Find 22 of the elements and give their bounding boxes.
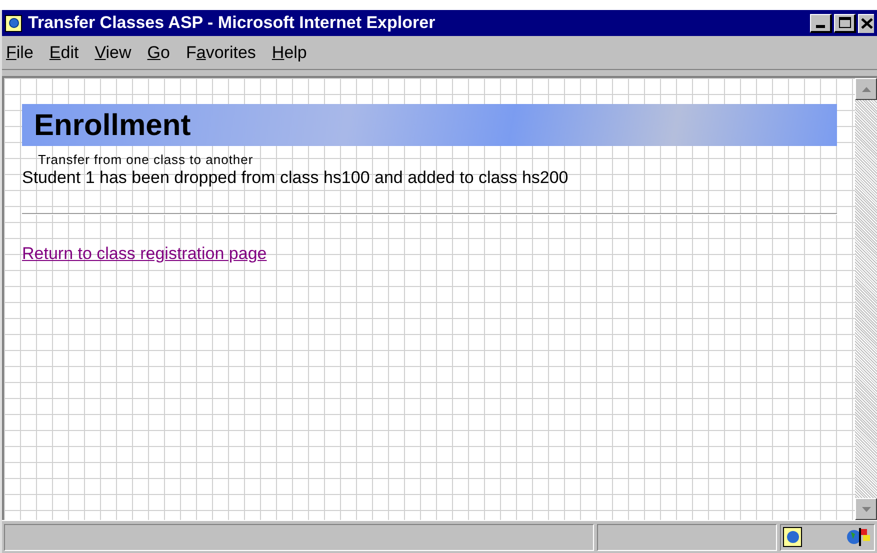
subtitle: Transfer from one class to another <box>37 152 254 168</box>
window-title: Transfer Classes ASP - Microsoft Internet Explorer <box>28 12 436 34</box>
vertical-scrollbar[interactable] <box>855 78 877 520</box>
minimize-button[interactable] <box>810 14 832 32</box>
browser-page-icon <box>5 14 22 32</box>
up-arrow-icon <box>862 86 870 92</box>
menu-item[interactable]: Help <box>272 40 307 66</box>
scroll-down-button[interactable] <box>855 498 877 520</box>
maximize-button[interactable] <box>834 14 856 32</box>
status-message: Student 1 has been dropped from class hs100 and added to class hs200 <box>22 168 568 188</box>
banner-title: Enrollment <box>34 108 191 144</box>
close-button[interactable] <box>858 14 874 32</box>
menu-item[interactable]: Go <box>147 40 170 66</box>
scroll-up-button[interactable] <box>855 78 877 100</box>
globe-flag-icon <box>846 526 872 548</box>
page-icon <box>783 527 802 547</box>
down-arrow-icon <box>862 506 870 512</box>
menu-item[interactable]: Edit <box>49 40 79 66</box>
menu-item[interactable]: Favorites <box>186 40 256 66</box>
return-link[interactable]: Return to class registration page <box>22 241 267 266</box>
menu-item[interactable]: View <box>94 40 132 66</box>
menu-item[interactable]: File <box>6 40 34 66</box>
